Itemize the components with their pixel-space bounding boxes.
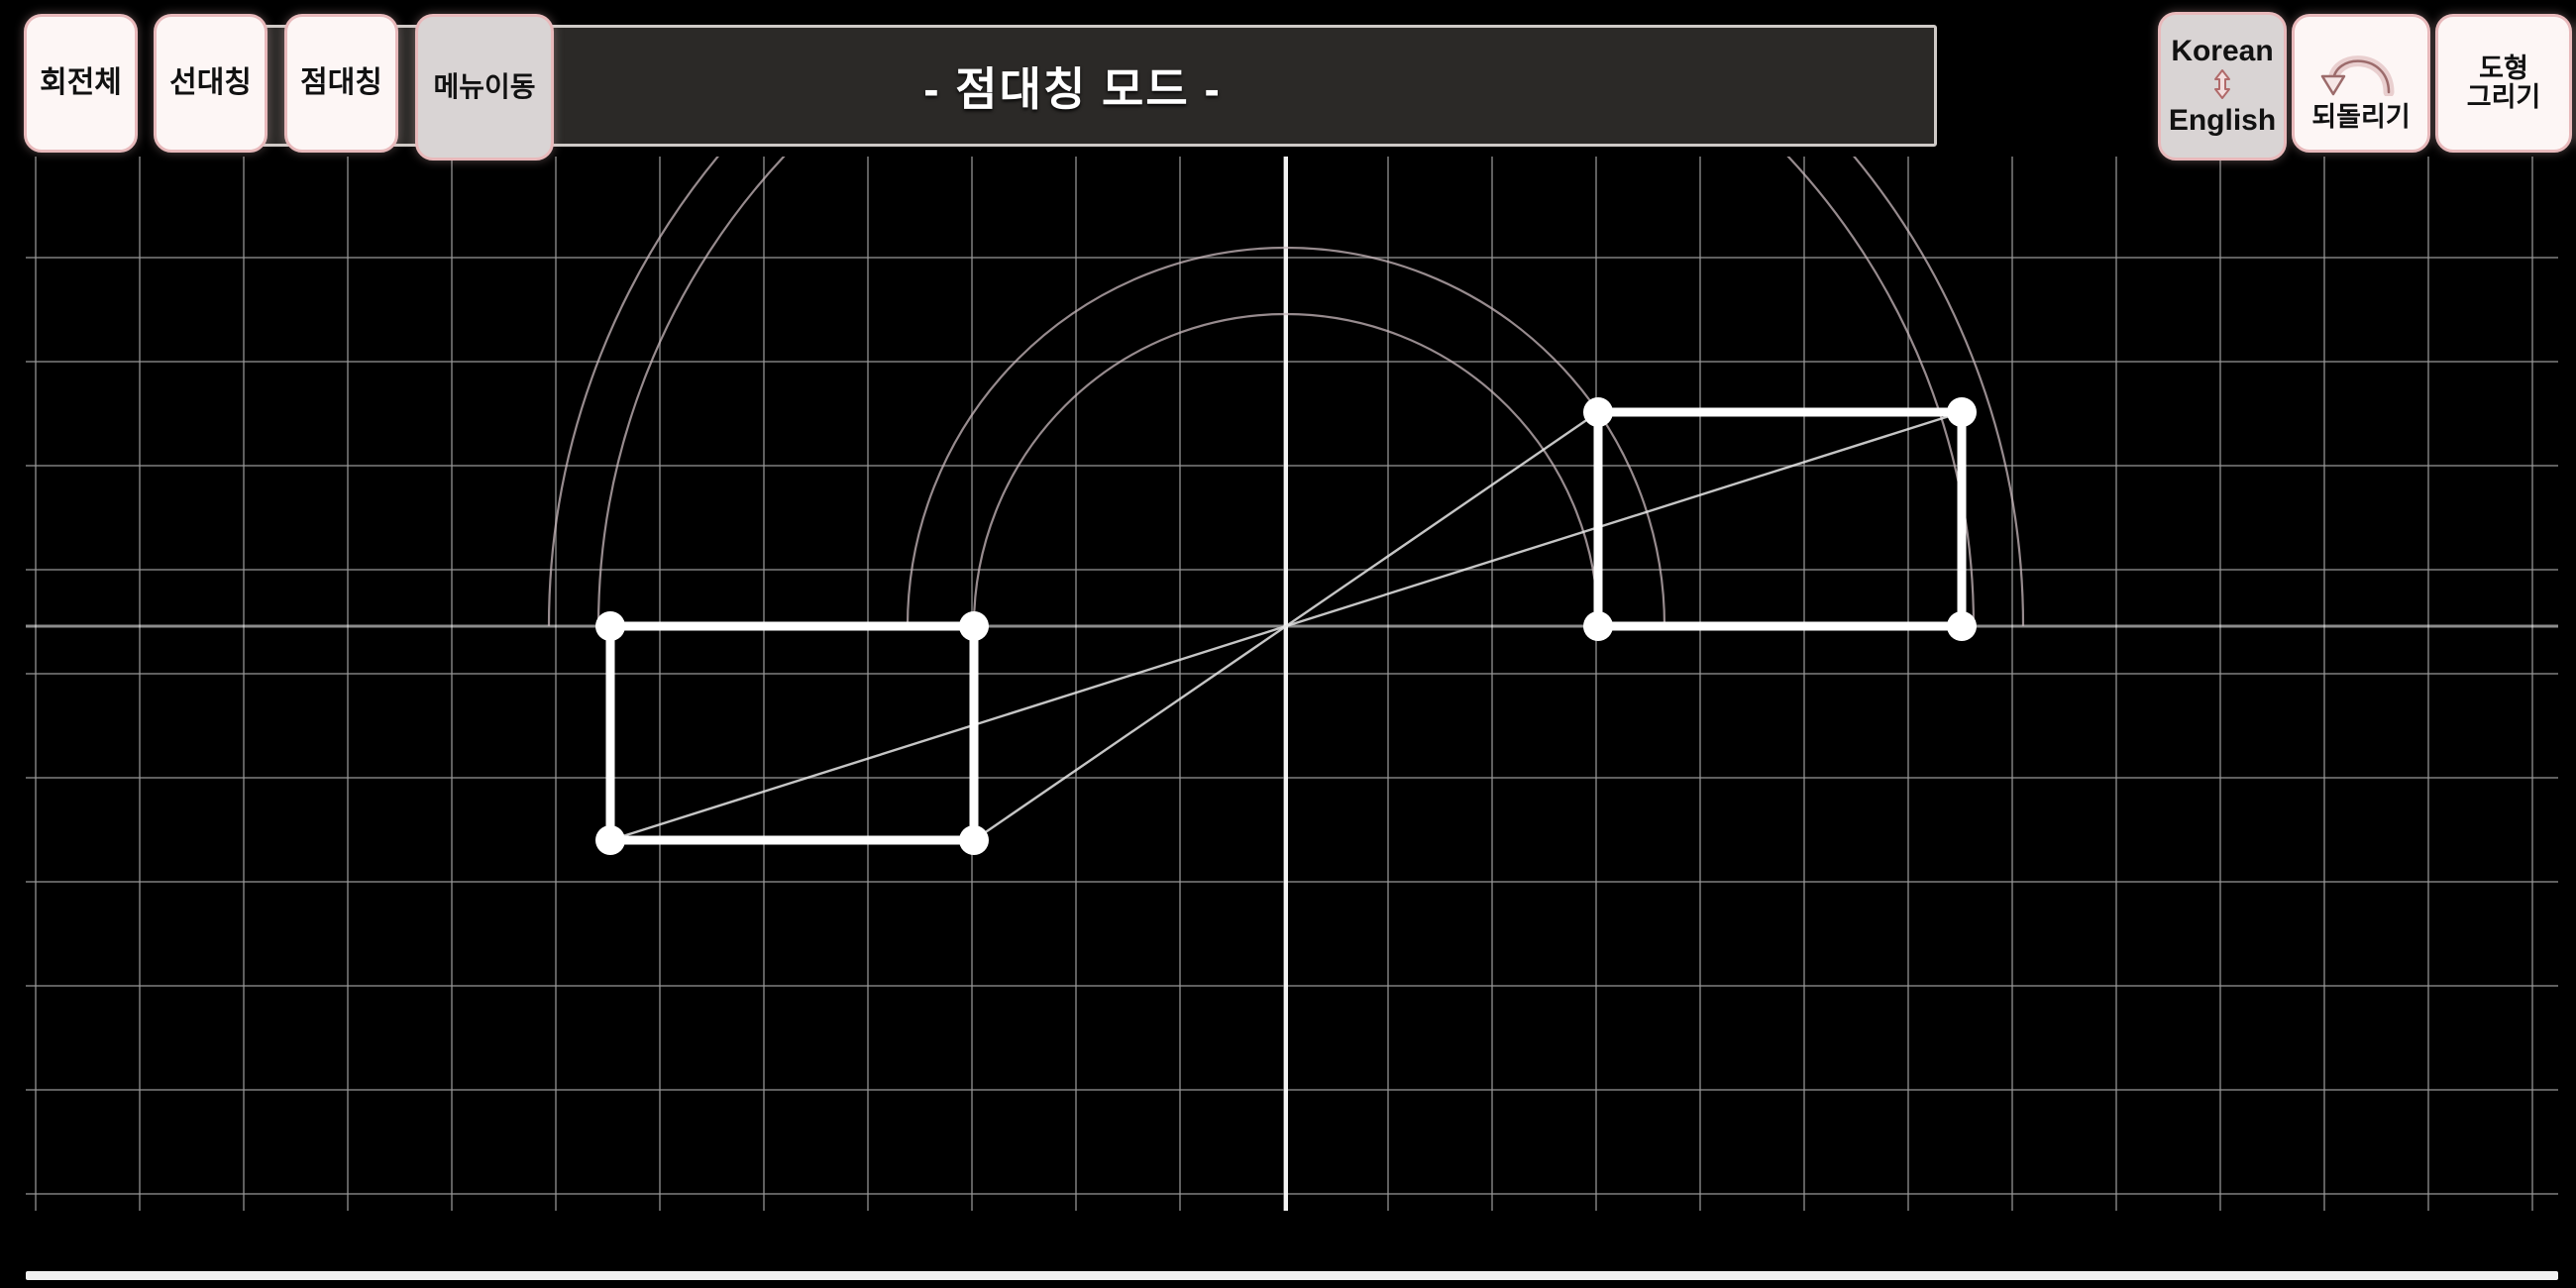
- draw-shape-label-bottom: 그리기: [2466, 82, 2541, 112]
- canvas-svg: [26, 157, 2558, 1211]
- move-menu-button[interactable]: 메뉴이동: [415, 14, 554, 161]
- draw-shape-button[interactable]: 도형 그리기: [2435, 14, 2572, 153]
- language-english-label: English: [2168, 104, 2277, 137]
- sidebar-item-line-symmetry[interactable]: 선대칭: [154, 14, 268, 153]
- rotation-solid-label: 회전체: [40, 65, 122, 99]
- move-menu-label: 메뉴이동: [433, 70, 536, 102]
- language-korean-label: Korean: [2171, 34, 2274, 67]
- sidebar-item-rotation-solid[interactable]: 회전체: [24, 14, 138, 153]
- undo-button[interactable]: 되돌리기: [2292, 14, 2430, 153]
- bottom-status-bar: [26, 1271, 2558, 1280]
- language-toggle-button[interactable]: Korean English: [2158, 12, 2287, 161]
- point-symmetry-label: 점대칭: [300, 65, 382, 99]
- draw-shape-label-top: 도형: [2479, 53, 2528, 83]
- page-title: - 점대칭 모드 -: [923, 62, 1222, 115]
- app-root: - 점대칭 모드 - 회전체 선대칭 점대칭 메뉴이동 Korean Engli…: [0, 0, 2576, 1288]
- drawing-canvas[interactable]: [0, 0, 2576, 1288]
- toolbar: - 점대칭 모드 - 회전체 선대칭 점대칭 메뉴이동 Korean Engli…: [0, 0, 2576, 161]
- undo-arrow-icon: [2315, 35, 2407, 100]
- up-down-arrow-icon: [2209, 67, 2235, 105]
- line-symmetry-label: 선대칭: [169, 65, 252, 99]
- sidebar-item-point-symmetry[interactable]: 점대칭: [284, 14, 398, 153]
- undo-label: 되돌리기: [2311, 101, 2411, 132]
